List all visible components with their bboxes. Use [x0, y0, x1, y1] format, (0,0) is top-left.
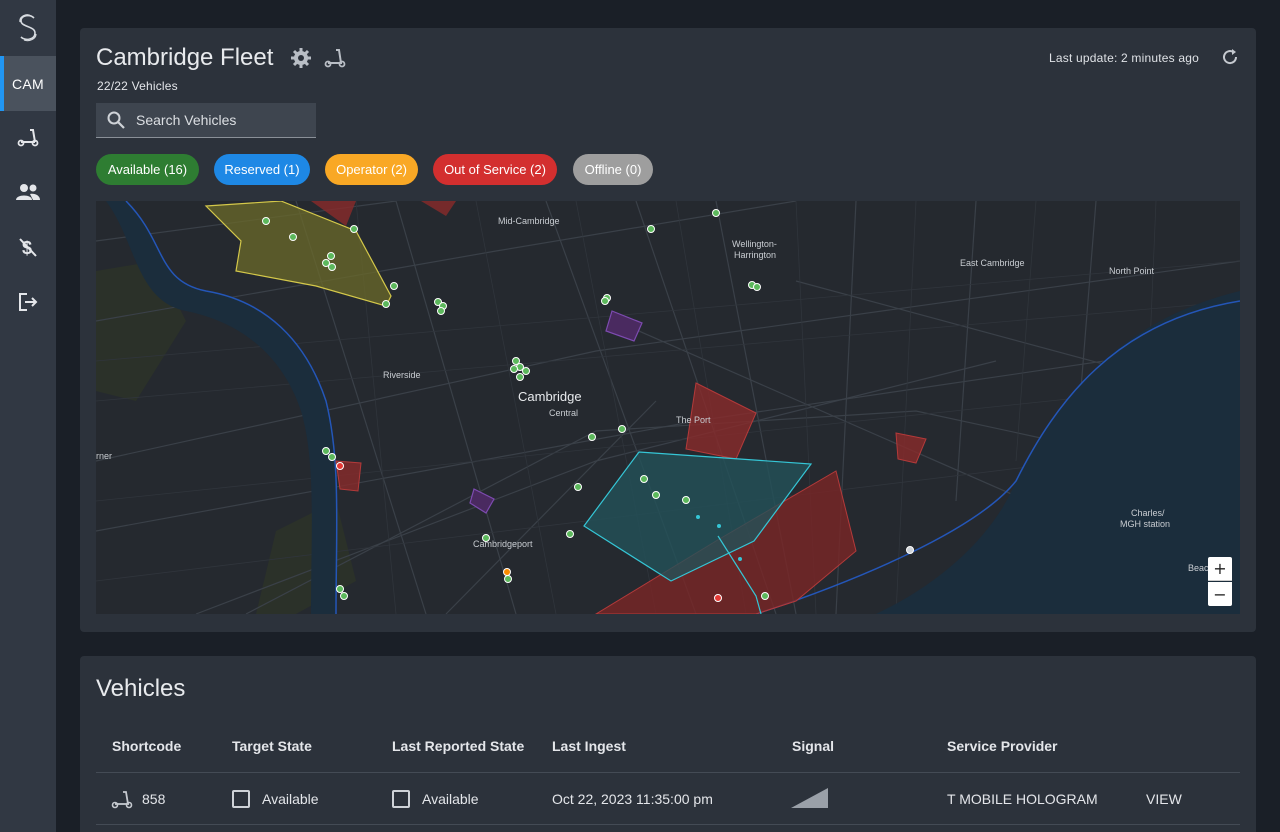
- gear-icon[interactable]: [290, 47, 312, 74]
- target-state-checkbox[interactable]: [232, 790, 250, 808]
- table-header-divider: [96, 772, 1240, 773]
- map-label-east-cambridge: East Cambridge: [960, 258, 1025, 268]
- scooter-icon[interactable]: [324, 47, 346, 74]
- users-icon[interactable]: [0, 172, 56, 212]
- sidebar-item-cam[interactable]: CAM: [0, 56, 56, 111]
- map-label-cambridge: Cambridge: [518, 389, 582, 404]
- column-header-last-reported-state[interactable]: Last Reported State: [392, 738, 524, 754]
- logout-icon[interactable]: [0, 282, 56, 322]
- column-header-target-state[interactable]: Target State: [232, 738, 312, 754]
- svg-text:$: $: [22, 238, 32, 258]
- vehicles-card: Vehicles Shortcode Target State Last Rep…: [80, 656, 1256, 832]
- map-label-riverside: Riverside: [383, 370, 421, 380]
- reported-state-checkbox[interactable]: [392, 790, 410, 808]
- column-header-service-provider[interactable]: Service Provider: [947, 738, 1058, 754]
- sidebar: CAM $: [0, 0, 56, 832]
- map-canvas: Mid-Cambridge Wellington- Harrington Eas…: [96, 201, 1240, 614]
- sidebar-item-cam-label: CAM: [11, 75, 44, 92]
- search-input[interactable]: [136, 112, 306, 128]
- scooter-icon: [111, 790, 133, 815]
- shortcode-cell: 858: [142, 791, 166, 807]
- column-header-shortcode[interactable]: Shortcode: [112, 738, 181, 754]
- map-label-cambridgeport: Cambridgeport: [473, 539, 533, 549]
- column-header-signal[interactable]: Signal: [792, 738, 834, 754]
- service-provider-cell: T MOBILE HOLOGRAM: [947, 791, 1098, 807]
- refresh-icon[interactable]: [1221, 48, 1239, 71]
- map-label-the-port: The Port: [676, 415, 711, 425]
- map-label-north-point: North Point: [1109, 266, 1155, 276]
- search-icon: [96, 111, 136, 129]
- map-label-charles: Charles/: [1131, 508, 1165, 518]
- last-reported-state-cell: Available: [422, 791, 479, 807]
- last-ingest-cell: Oct 22, 2023 11:35:00 pm: [552, 791, 713, 807]
- map-label-mgh: MGH station: [1120, 519, 1170, 529]
- zoom-out-button[interactable]: −: [1208, 582, 1232, 606]
- filter-chip-available[interactable]: Available (16): [96, 154, 199, 185]
- view-button[interactable]: VIEW: [1146, 791, 1182, 807]
- map-label-rner: rner: [96, 451, 112, 461]
- target-state-cell: Available: [262, 791, 319, 807]
- map-label-central: Central: [549, 408, 578, 418]
- fleet-map[interactable]: Mid-Cambridge Wellington- Harrington Eas…: [96, 201, 1240, 614]
- page-title: Cambridge Fleet: [96, 44, 274, 71]
- search-vehicles[interactable]: [96, 103, 316, 138]
- filter-chip-operator[interactable]: Operator (2): [325, 154, 418, 185]
- filter-chip-reserved[interactable]: Reserved (1): [214, 154, 310, 185]
- map-label-mid-cambridge: Mid-Cambridge: [498, 216, 560, 226]
- map-label-beac: Beac: [1188, 563, 1209, 573]
- fleet-map-card: Cambridge Fleet 22/22 Vehicles Last upda…: [80, 28, 1256, 632]
- no-pricing-icon[interactable]: $: [0, 227, 56, 267]
- signal-icon: [791, 787, 829, 814]
- map-label-harrington: Harrington: [734, 250, 776, 260]
- vehicles-title: Vehicles: [96, 675, 186, 702]
- filter-chip-offline[interactable]: Offline (0): [573, 154, 653, 185]
- active-indicator: [0, 56, 4, 111]
- last-update-text: Last update: 2 minutes ago: [1049, 51, 1199, 65]
- map-label-wellington: Wellington-: [732, 239, 777, 249]
- vehicle-count: 22/22 Vehicles: [97, 79, 178, 93]
- filter-chip-out-of-service[interactable]: Out of Service (2): [433, 154, 557, 185]
- scooter-icon[interactable]: [0, 118, 56, 158]
- s-logo-icon[interactable]: [0, 0, 56, 56]
- zoom-in-button[interactable]: +: [1208, 557, 1232, 581]
- column-header-last-ingest[interactable]: Last Ingest: [552, 738, 626, 754]
- table-row-divider: [96, 824, 1240, 825]
